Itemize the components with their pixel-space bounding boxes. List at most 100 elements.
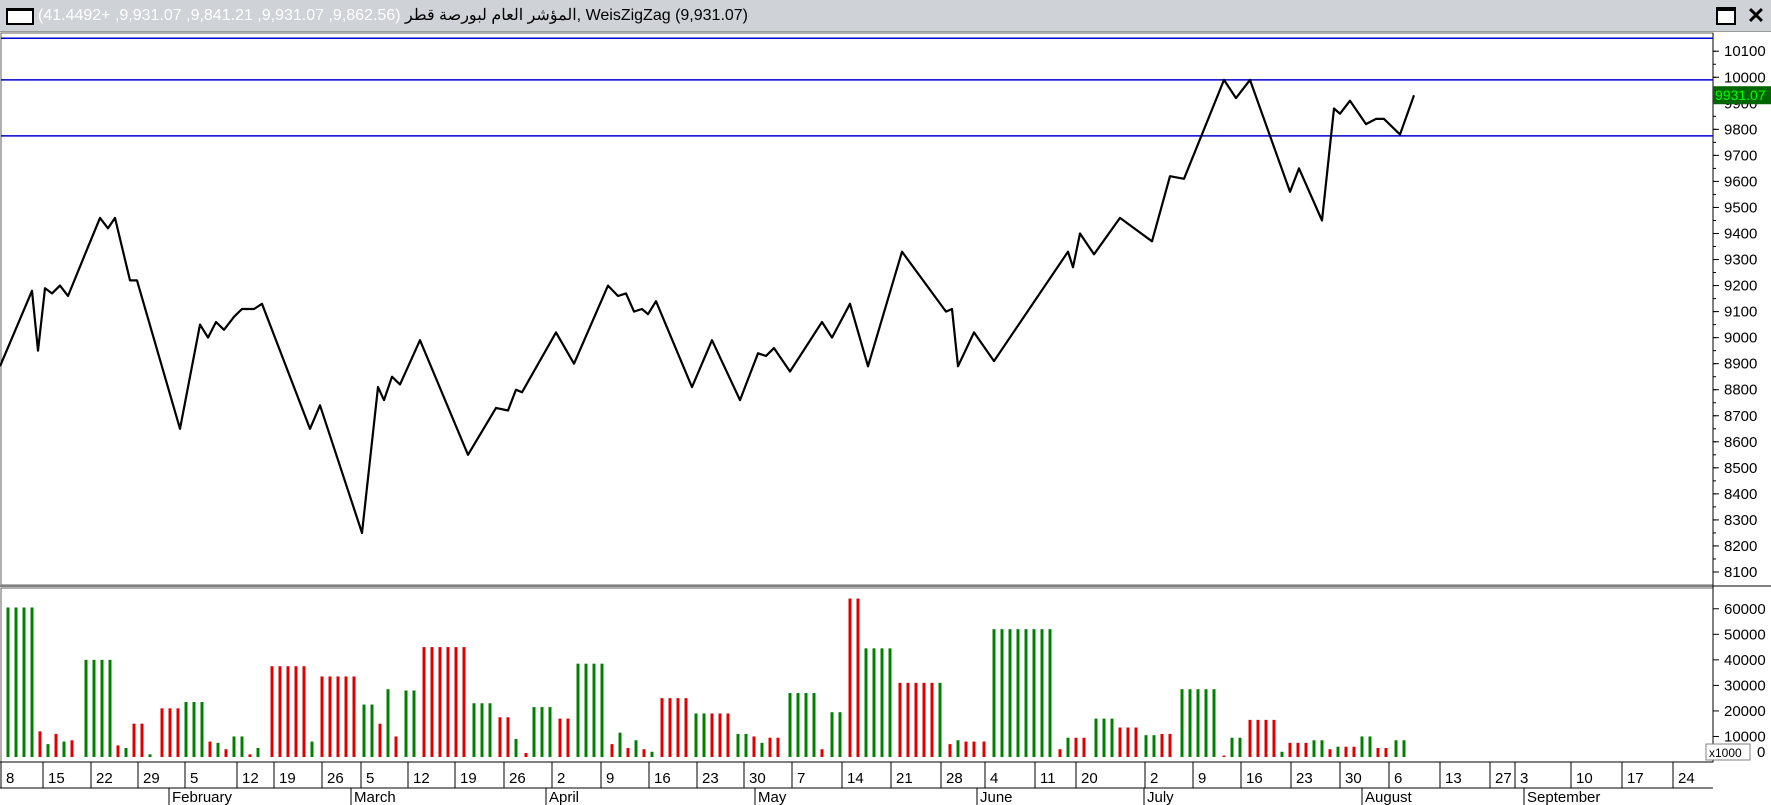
day-label: 19 bbox=[460, 770, 477, 787]
volume-bar bbox=[982, 741, 986, 757]
price-tick-label: 8200 bbox=[1724, 538, 1757, 555]
last-value-label: 9931.07 bbox=[1715, 87, 1766, 103]
volume-bar bbox=[140, 723, 144, 757]
volume-bar bbox=[548, 707, 552, 757]
day-label: 23 bbox=[702, 770, 719, 787]
volume-bar bbox=[506, 717, 510, 757]
volume-bar bbox=[446, 647, 450, 757]
volume-bar bbox=[634, 740, 638, 757]
volume-multiplier-label: x1000 bbox=[1709, 746, 1742, 760]
volume-bar bbox=[394, 736, 398, 757]
volume-bar bbox=[872, 648, 876, 757]
volume-bar bbox=[830, 712, 834, 757]
volume-bar bbox=[540, 707, 544, 757]
price-tick-label: 9100 bbox=[1724, 304, 1757, 321]
volume-bar bbox=[1074, 737, 1078, 757]
day-label: 9 bbox=[1198, 770, 1206, 787]
volume-bar bbox=[1352, 746, 1356, 757]
day-label: 4 bbox=[990, 770, 998, 787]
day-label: 28 bbox=[946, 770, 963, 787]
volume-bar bbox=[1288, 742, 1292, 757]
volume-bar bbox=[1152, 735, 1156, 757]
volume-bar bbox=[726, 713, 730, 757]
chart-canvas[interactable]: 1010010000990098009700960095009400930092… bbox=[0, 0, 1771, 805]
volume-bar bbox=[1264, 719, 1268, 757]
volume-bar bbox=[404, 690, 408, 757]
volume-bar bbox=[54, 733, 58, 757]
volume-tick-label: 40000 bbox=[1724, 652, 1766, 669]
day-label: 3 bbox=[1520, 770, 1528, 787]
volume-bar bbox=[626, 747, 630, 757]
price-tick-label: 8100 bbox=[1724, 564, 1757, 581]
volume-bar bbox=[768, 737, 772, 757]
volume-bar bbox=[684, 698, 688, 757]
volume-bar bbox=[200, 701, 204, 757]
volume-bar bbox=[1008, 629, 1012, 757]
volume-bar bbox=[430, 647, 434, 757]
volume-zero-label: 0 bbox=[1757, 744, 1765, 761]
volume-bar bbox=[992, 629, 996, 757]
day-label: 11 bbox=[1040, 770, 1056, 787]
volume-bar bbox=[422, 647, 426, 757]
volume-bar bbox=[1066, 737, 1070, 757]
volume-bar bbox=[736, 733, 740, 757]
volume-bar bbox=[1230, 737, 1234, 757]
price-tick-label: 9400 bbox=[1724, 225, 1757, 242]
day-label: 21 bbox=[896, 770, 913, 787]
volume-bar bbox=[1256, 719, 1260, 757]
volume-bar bbox=[92, 659, 96, 757]
volume-bar bbox=[248, 754, 252, 757]
volume-bar bbox=[1384, 747, 1388, 757]
volume-tick-label: 30000 bbox=[1724, 677, 1766, 694]
volume-bar bbox=[906, 682, 910, 757]
volume-bar bbox=[1048, 629, 1052, 757]
price-tick-label: 8700 bbox=[1724, 408, 1757, 425]
volume-bar bbox=[498, 717, 502, 757]
volume-bar bbox=[752, 736, 756, 757]
volume-bar bbox=[1082, 737, 1086, 757]
volume-bar bbox=[600, 663, 604, 757]
volume-bar bbox=[1196, 689, 1200, 757]
volume-bar bbox=[1126, 727, 1130, 757]
volume-bar bbox=[208, 741, 212, 757]
price-tick-label: 9500 bbox=[1724, 199, 1757, 216]
volume-bar bbox=[1160, 733, 1164, 757]
month-label: May bbox=[758, 789, 787, 805]
day-label: 15 bbox=[48, 770, 65, 787]
volume-bar bbox=[1394, 740, 1398, 757]
volume-bar bbox=[46, 744, 50, 757]
volume-tick-label: 10000 bbox=[1724, 728, 1766, 745]
volume-bar bbox=[70, 740, 74, 757]
volume-bar bbox=[1110, 718, 1114, 757]
volume-bar bbox=[788, 693, 792, 757]
day-label: 13 bbox=[1445, 770, 1462, 787]
day-label: 14 bbox=[847, 770, 864, 787]
volume-bar bbox=[240, 736, 244, 757]
volume-bar bbox=[124, 747, 128, 757]
volume-bar bbox=[930, 682, 934, 757]
volume-bar bbox=[6, 607, 10, 757]
day-label: 5 bbox=[190, 770, 198, 787]
volume-bar bbox=[804, 693, 808, 757]
volume-bar bbox=[898, 682, 902, 757]
volume-bar bbox=[1248, 719, 1252, 757]
day-label: 30 bbox=[749, 770, 766, 787]
volume-bar bbox=[760, 742, 764, 757]
price-tick-label: 9300 bbox=[1724, 252, 1757, 269]
volume-bar bbox=[100, 659, 104, 757]
day-label: 23 bbox=[1296, 770, 1313, 787]
day-label: 30 bbox=[1345, 770, 1362, 787]
volume-bar bbox=[880, 648, 884, 757]
price-tick-label: 8600 bbox=[1724, 434, 1757, 451]
volume-bar bbox=[1376, 747, 1380, 757]
volume-bar bbox=[972, 741, 976, 757]
volume-tick-label: 50000 bbox=[1724, 626, 1766, 643]
volume-bar bbox=[558, 718, 562, 757]
volume-bar bbox=[584, 663, 588, 757]
month-label: April bbox=[549, 789, 579, 805]
volume-bar bbox=[320, 676, 324, 757]
day-label: 7 bbox=[797, 770, 805, 787]
volume-bar bbox=[1134, 727, 1138, 757]
volume-bar bbox=[224, 749, 228, 757]
price-pane[interactable] bbox=[0, 32, 1714, 586]
